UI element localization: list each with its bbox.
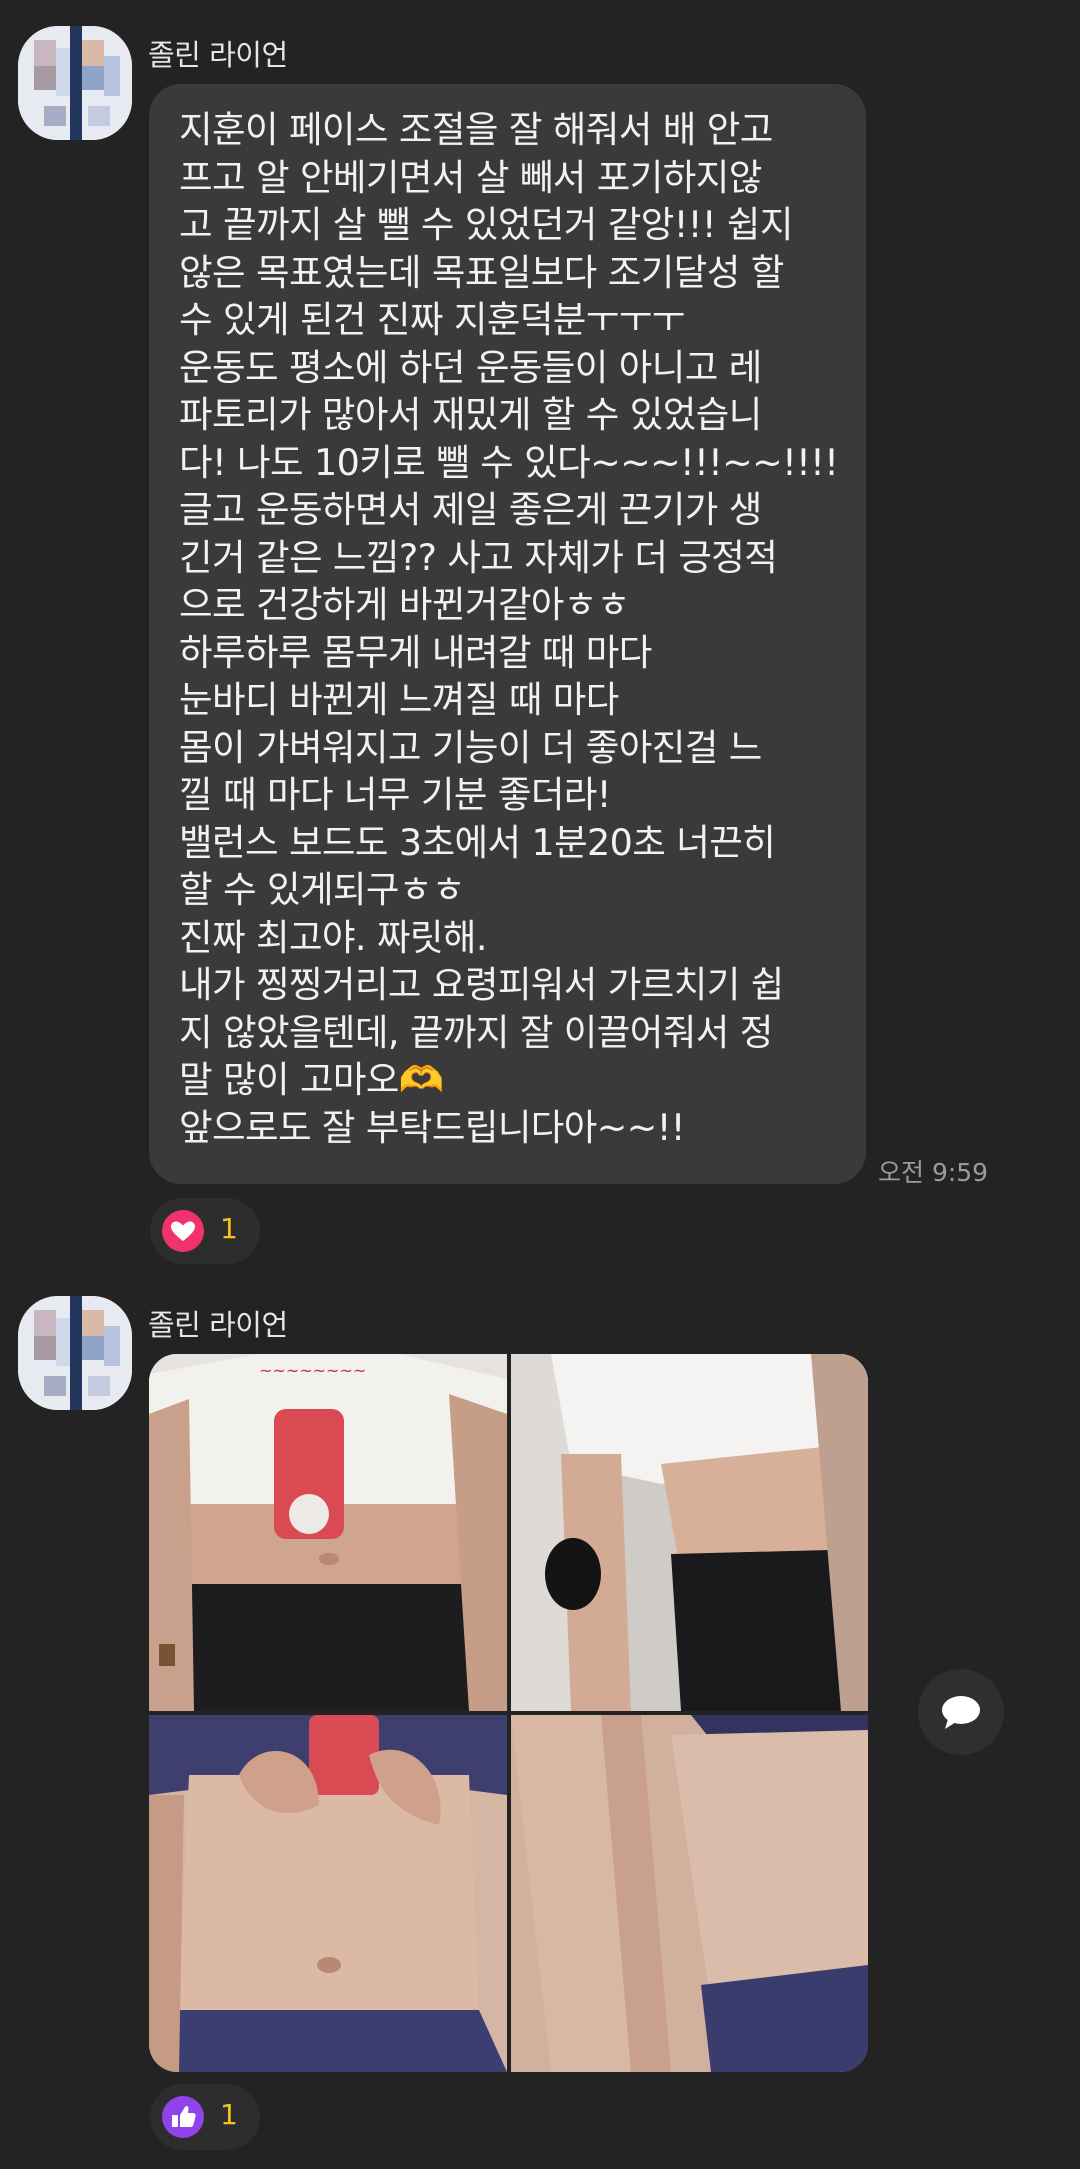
message-line: 말 많이 고마오🫶 bbox=[179, 1058, 444, 1101]
message-line: 하루하루 몸무게 내려갈 때 마다 bbox=[179, 630, 652, 674]
photo-side-after[interactable] bbox=[511, 1715, 868, 2072]
chat-screen: 졸린 라이언 지훈이 페이스 조절을 잘 해줘서 배 안고 프고 알 안베기면서… bbox=[0, 0, 1080, 2169]
message-line: 지 않았을텐데, 끝까지 잘 이끌어줘서 정 bbox=[179, 1010, 773, 1054]
svg-text:~~~~~~~~: ~~~~~~~~ bbox=[259, 1361, 366, 1380]
message-line: 할 수 있게되구ㅎㅎ bbox=[179, 868, 465, 911]
reaction-badge[interactable]: 1 bbox=[150, 2084, 260, 2150]
sender-name: 졸린 라이언 bbox=[148, 38, 288, 72]
message-line: 눈바디 바뀐게 느껴질 때 마다 bbox=[179, 678, 619, 721]
thumbs-up-icon bbox=[162, 2096, 204, 2138]
avatar[interactable] bbox=[18, 1296, 132, 1410]
reaction-count: 1 bbox=[220, 1212, 238, 1245]
message-line: 낄 때 마다 너무 기분 좋더라! bbox=[179, 773, 611, 816]
message-line: 으로 건강하게 바뀐거같아ㅎㅎ bbox=[179, 583, 630, 626]
message-line: 내가 찡찡거리고 요령피워서 가르치기 쉽 bbox=[179, 963, 784, 1006]
message-line: 글고 운동하면서 제일 좋은게 끈기가 생 bbox=[179, 488, 762, 531]
message-line: 파토리가 많아서 재밌게 할 수 있었습니 bbox=[179, 393, 762, 436]
photo-side-before[interactable] bbox=[511, 1354, 868, 1711]
reaction-badge[interactable]: 1 bbox=[150, 1198, 260, 1264]
reaction-count: 1 bbox=[220, 2098, 238, 2131]
message-line: 진짜 최고야. 짜릿해. bbox=[179, 915, 487, 959]
message-line: 수 있게 된건 진짜 지훈덕분ㅜㅜㅜ bbox=[179, 298, 685, 341]
message-line: 프고 알 안베기면서 살 빼서 포기하지않 bbox=[179, 155, 762, 199]
message-line: 밸런스 보드도 3초에서 1분20초 너끈히 bbox=[179, 820, 776, 864]
message-line: 다! 나도 10키로 뺄 수 있다~~~!!!~~!!!! bbox=[179, 440, 839, 484]
message-line: 긴거 같은 느낌?? 사고 자체가 더 긍정적 bbox=[179, 535, 778, 579]
message-line: 몸이 가벼워지고 기능이 더 좋아진걸 느 bbox=[179, 725, 762, 769]
message-bubble[interactable]: 지훈이 페이스 조절을 잘 해줘서 배 안고 프고 알 안베기면서 살 빼서 포… bbox=[149, 84, 866, 1184]
message-line: 앞으로도 잘 부탁드립니다아~~!! bbox=[179, 1105, 685, 1149]
message-line: 지훈이 페이스 조절을 잘 해줘서 배 안고 bbox=[179, 108, 773, 151]
avatar[interactable] bbox=[18, 26, 132, 140]
message-timestamp: 오전 9:59 bbox=[878, 1158, 989, 1187]
speech-bubble-icon bbox=[942, 1696, 980, 1729]
message-line: 않은 목표였는데 목표일보다 조기달성 할 bbox=[179, 250, 784, 294]
photo-front-after[interactable] bbox=[149, 1715, 507, 2072]
message-line: 고 끝까지 살 뺄 수 있었던거 같앙!!! 쉽지 bbox=[179, 203, 793, 246]
message-line: 운동도 평소에 하던 운동들이 아니고 레 bbox=[179, 345, 762, 389]
heart-icon bbox=[162, 1210, 204, 1252]
photo-front-before[interactable]: ~~~~~~~~ bbox=[149, 1354, 507, 1711]
message-text: 지훈이 페이스 조절을 잘 해줘서 배 안고 프고 알 안베기면서 살 빼서 포… bbox=[179, 106, 842, 1151]
sender-name: 졸린 라이언 bbox=[148, 1308, 288, 1342]
comment-button[interactable] bbox=[918, 1669, 1004, 1755]
